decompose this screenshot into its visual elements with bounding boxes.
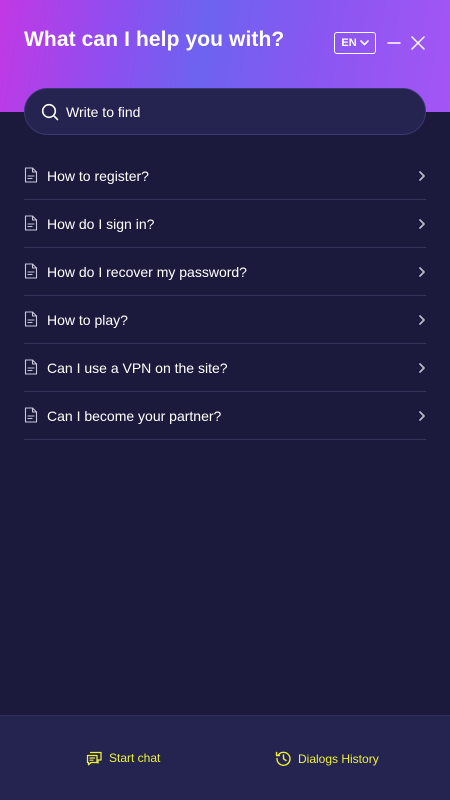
document-icon: [24, 262, 38, 279]
close-button[interactable]: [410, 35, 426, 51]
chevron-right-icon: [418, 170, 426, 182]
document-icon: [24, 214, 38, 231]
chevron-right-icon: [418, 266, 426, 278]
faq-item-label: How do I recover my password?: [47, 263, 247, 280]
chevron-down-icon: [359, 40, 369, 46]
faq-item-how-to-play[interactable]: How to play?: [24, 296, 426, 344]
faq-item-recover-password[interactable]: How do I recover my password?: [24, 248, 426, 296]
language-value: EN: [341, 37, 357, 49]
start-chat-label: Start chat: [109, 751, 161, 765]
faq-item-label: How to play?: [47, 311, 128, 328]
document-icon: [24, 406, 38, 423]
search-icon: [41, 103, 59, 121]
faq-item-label: Can I use a VPN on the site?: [47, 359, 228, 376]
chat-icon: [86, 750, 103, 766]
faq-item-partner[interactable]: Can I become your partner?: [24, 392, 426, 440]
search-input[interactable]: [66, 103, 425, 120]
faq-item-label: How do I sign in?: [47, 215, 155, 232]
page-title: What can I help you with?: [24, 28, 285, 51]
chevron-right-icon: [418, 410, 426, 422]
document-icon: [24, 166, 38, 183]
close-icon: [410, 35, 426, 51]
chevron-right-icon: [418, 362, 426, 374]
history-icon: [275, 750, 292, 767]
minimize-button[interactable]: [386, 35, 402, 51]
faq-item-label: Can I become your partner?: [47, 407, 222, 424]
help-widget: What can I help you with? EN How to regi…: [0, 0, 450, 800]
search-bar[interactable]: [24, 88, 426, 135]
dialogs-history-label: Dialogs History: [298, 751, 379, 766]
document-icon: [24, 310, 38, 327]
minimize-icon: [386, 35, 402, 51]
chevron-right-icon: [418, 218, 426, 230]
footer: Start chat Dialogs History: [0, 715, 450, 800]
faq-item-label: How to register?: [47, 167, 149, 184]
faq-list: How to register? How do I sign in? How d…: [24, 152, 426, 440]
faq-item-sign-in[interactable]: How do I sign in?: [24, 200, 426, 248]
dialogs-history-button[interactable]: Dialogs History: [275, 750, 379, 767]
language-select[interactable]: EN: [334, 32, 376, 54]
start-chat-button[interactable]: Start chat: [86, 750, 160, 766]
chevron-right-icon: [418, 314, 426, 326]
faq-item-register[interactable]: How to register?: [24, 152, 426, 200]
document-icon: [24, 358, 38, 375]
faq-item-vpn[interactable]: Can I use a VPN on the site?: [24, 344, 426, 392]
